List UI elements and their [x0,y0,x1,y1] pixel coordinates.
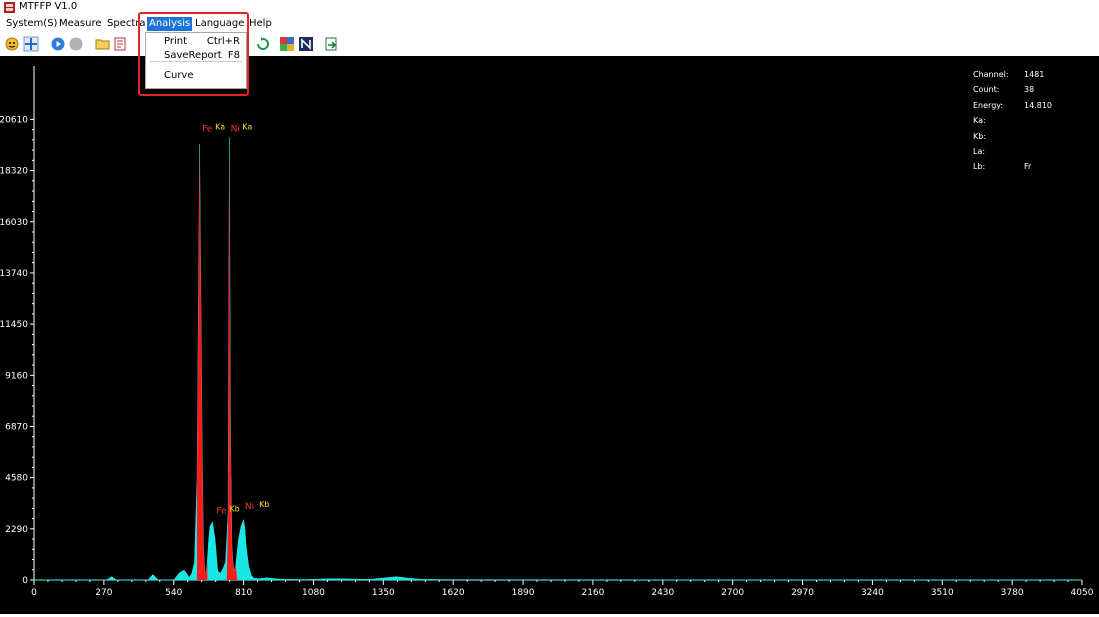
spectrum-plot[interactable]: 0 2290 4580 6870 9160 11450 13740 16030 18320 206… [0,56,1099,614]
app-icon [4,2,15,13]
x-tick-label: 270 [95,588,112,598]
y-tick-label: 18320 [0,167,28,177]
y-tick-label: 6870 [5,422,28,432]
x-tick-label: 540 [165,588,182,598]
lb-label: Lb: [973,162,986,171]
energy-label: Energy: [973,101,1004,110]
window-title: MTFFP V1.0 [19,1,78,12]
x-tick-label: 2970 [791,588,814,598]
curve-label: Curve [164,70,194,81]
menu-bar: System(S) Measure Spectra Analysis Langu… [0,16,1099,32]
stop-icon[interactable] [68,36,84,52]
lb-value: Fr [1024,162,1032,171]
peak-line-label: Ka [215,123,225,132]
move-icon[interactable] [23,36,39,52]
x-tick-label: 3510 [931,588,954,598]
ka-label: Ka: [973,116,986,125]
y-tick-label: 9160 [5,371,28,381]
play-icon[interactable] [50,36,66,52]
menu-language[interactable]: Language [193,17,246,31]
y-tick-label: 20610 [0,115,28,125]
y-tick-label: 2290 [5,525,28,535]
menu-measure[interactable]: Measure [57,17,104,31]
x-tick-label: 1890 [512,588,535,598]
color-grid-icon[interactable] [279,36,295,52]
peak-line-label: Ka [242,123,252,132]
y-tick-label: 16030 [0,218,28,228]
x-tick-label: 3240 [861,588,884,598]
channel-label: Channel: [973,70,1009,79]
peak-element-label: Ni [231,125,240,135]
peak-element-label: Ni [245,502,254,512]
spectrum-area [34,137,1083,581]
y-tick-label: 0 [22,576,28,586]
menu-spectra[interactable]: Spectra [105,17,148,31]
count-label: Count: [973,85,1000,94]
menu-system[interactable]: System(S) [4,17,59,31]
menu-help[interactable]: Help [247,17,274,31]
ni-icon[interactable] [298,36,314,52]
x-tick-label: 1350 [372,588,395,598]
x-tick-label: 2160 [581,588,604,598]
peak-line-label: Kb [259,500,269,509]
menu-analysis[interactable]: Analysis [147,17,193,31]
smile-icon[interactable] [4,36,20,52]
y-tick-label: 4580 [5,474,28,484]
x-tick-label: 810 [235,588,252,598]
x-tick-label: 4050 [1071,588,1094,598]
menu-item-curve[interactable]: Curve [146,69,246,83]
y-tick-label: 13740 [0,269,28,279]
x-tick-label: 1080 [302,588,325,598]
title-bar: MTFFP V1.0 [0,0,1099,15]
peak-element-label: Fe [216,507,227,517]
x-tick-label: 1620 [442,588,465,598]
la-label: La: [973,147,986,156]
channel-value: 1481 [1024,70,1045,79]
peak-element-label: Fe [202,125,213,135]
x-tick-label: 0 [31,588,37,598]
print-label: Print [164,36,188,47]
spectrum-chart: 0 2290 4580 6870 9160 11450 13740 16030 18320 206… [0,66,1094,598]
open-folder-icon[interactable] [95,36,111,52]
count-value: 38 [1024,85,1035,94]
peak-region [197,144,208,580]
energy-value: 14.810 [1024,101,1052,110]
kb-label: Kb: [973,132,987,141]
print-shortcut: Ctrl+R [206,36,240,47]
export-icon[interactable] [323,36,339,52]
x-tick-label: 2700 [721,588,744,598]
peak-line-label: Kb [229,505,239,514]
menu-separator [150,61,242,63]
menu-item-print[interactable]: Print Ctrl+R [146,35,246,49]
x-tick-label: 3780 [1001,588,1024,598]
y-tick-label: 11450 [0,320,28,330]
x-tick-label: 2430 [651,588,674,598]
analysis-menu-dropdown: Print Ctrl+R SaveReport F8 Curve [145,32,247,89]
refresh-icon[interactable] [255,36,271,52]
print-icon[interactable] [113,36,129,52]
